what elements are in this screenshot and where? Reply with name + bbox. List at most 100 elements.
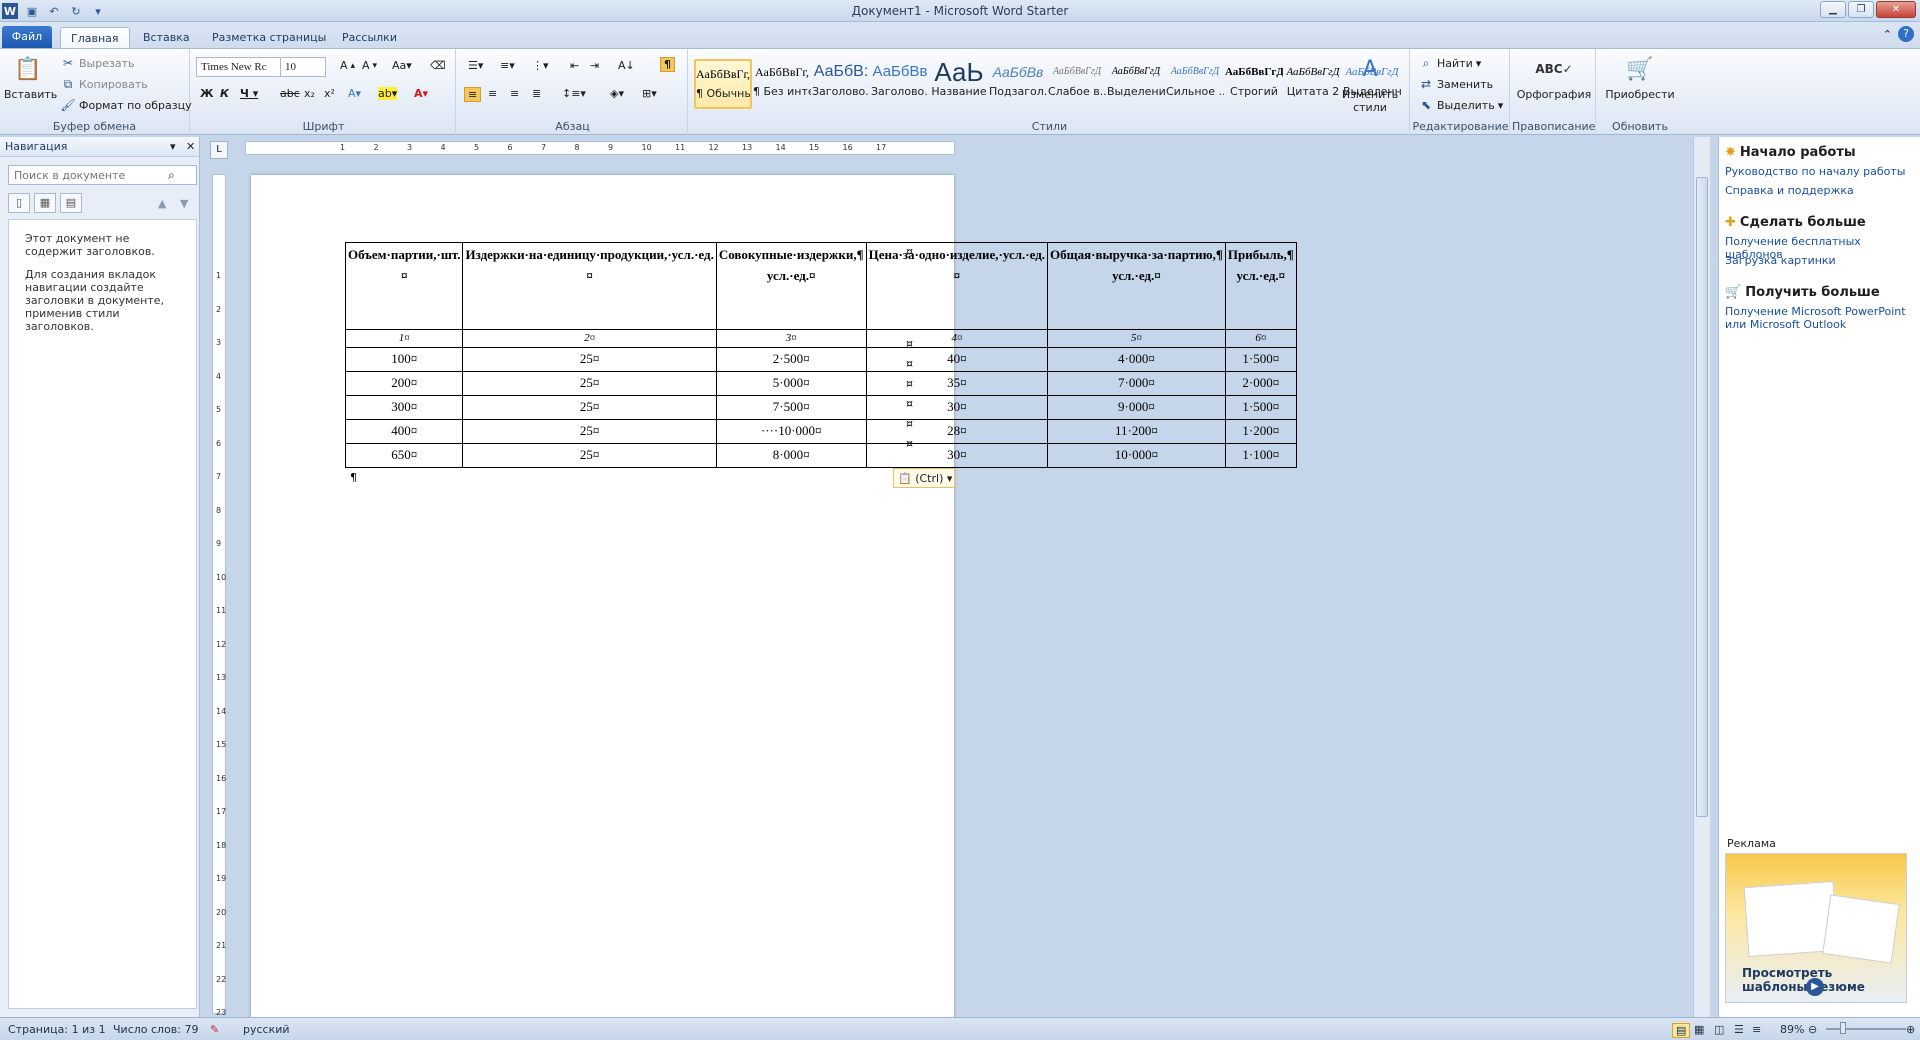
scrollbar-thumb[interactable] (1696, 177, 1708, 817)
table-cell[interactable]: 7·500¤ (715, 395, 867, 420)
table-cell[interactable]: 7·000¤ (1047, 371, 1226, 396)
font-size-select[interactable]: 10 (280, 57, 326, 77)
style-11[interactable]: АаБбВвГгД Цитата 2 (1284, 59, 1342, 109)
vertical-ruler[interactable]: 1 2 3 4 5 6 7 8 9 10 11 12 13 14 15 16 17 18 19 20 21 22 23 (212, 174, 226, 1017)
table-number-cell[interactable]: 3¤ (715, 329, 867, 348)
tab-home[interactable]: Главная (60, 27, 130, 48)
status-language[interactable]: русский (243, 1023, 290, 1036)
strikethrough-icon[interactable]: abc (280, 87, 300, 100)
table-cell[interactable]: 35¤ (865, 371, 1049, 396)
tab-mailings[interactable]: Рассылки (332, 27, 407, 48)
table-cell[interactable]: 30¤ (865, 395, 1049, 420)
zoom-level[interactable]: 89% (1780, 1023, 1804, 1036)
table-number-cell[interactable]: 6¤ (1224, 329, 1297, 348)
horizontal-ruler[interactable]: 1 2 3 4 5 6 7 8 9 10 11 12 13 14 15 16 17 (245, 141, 955, 155)
highlight-icon[interactable]: ab▾ (378, 87, 398, 100)
table-cell[interactable]: 11·200¤ (1047, 419, 1226, 444)
table-cell[interactable]: 25¤ (462, 443, 717, 468)
underline-icon[interactable]: Ч ▾ (240, 87, 258, 100)
table-cell[interactable]: 200¤ (344, 371, 464, 396)
table-number-cell[interactable]: 2¤ (462, 329, 717, 348)
style-8[interactable]: АаБбВвГгД Выделение (1107, 59, 1165, 109)
close-button[interactable]: ✕ (1876, 1, 1916, 18)
numbering-icon[interactable]: ≡▾ (500, 59, 515, 72)
change-case-icon[interactable]: Aa▾ (392, 59, 412, 72)
table-cell[interactable]: 1·100¤ (1224, 443, 1297, 468)
style-9[interactable]: АаБбВвГгД Сильное ... (1166, 59, 1224, 109)
table-header-cell[interactable]: Общая·выручка·за·партию,¶ усл.·ед.¤ (1047, 242, 1226, 330)
table-number-cell[interactable]: 1¤ (344, 329, 464, 348)
view-outline-icon[interactable]: ☰ (1734, 1023, 1744, 1036)
view-web-icon[interactable]: ◫ (1714, 1023, 1724, 1036)
view-print-layout-icon[interactable]: ▤ (1672, 1023, 1691, 1038)
ribbon-minimize-icon[interactable]: ⌃ (1883, 28, 1892, 41)
align-left-icon[interactable]: ≡ (464, 87, 482, 102)
table-number-cell[interactable]: 4¤ (865, 329, 1049, 348)
nav-tab-results[interactable]: ▤ (60, 193, 82, 213)
table-cell[interactable]: 400¤ (344, 419, 464, 444)
borders-icon[interactable]: ⊞▾ (642, 87, 657, 100)
status-page[interactable]: Страница: 1 из 1 (8, 1023, 106, 1036)
zoom-slider-thumb[interactable] (1840, 1022, 1846, 1034)
style-7[interactable]: АаБбВвГгД Слабое в... (1048, 59, 1106, 109)
shading-icon[interactable]: ◈▾ (610, 87, 624, 100)
link-getting-started[interactable]: Руководство по началу работы (1725, 165, 1913, 178)
tab-insert[interactable]: Вставка (133, 27, 200, 48)
cut-button[interactable]: ✂ Вырезать (60, 55, 135, 71)
zoom-in-icon[interactable]: ⊕ (1906, 1023, 1915, 1036)
style-5[interactable]: АаЬ Название (930, 59, 988, 109)
paste-button[interactable]: 📋 Вставить (4, 53, 57, 102)
table-header-cell[interactable]: Совокупные·издержки,¶ усл.·ед.¤ (715, 242, 867, 330)
buy-button[interactable]: 🛒 Приобрести (1602, 53, 1678, 102)
superscript-icon[interactable]: x² (324, 87, 335, 100)
proofing-status-icon[interactable]: ✎ (210, 1023, 219, 1036)
table-cell[interactable]: 2·500¤ (715, 347, 867, 372)
table-cell[interactable]: 100¤ (344, 347, 464, 372)
ad-play-icon[interactable]: ▶ (1806, 978, 1824, 996)
link-clipart[interactable]: Загрузка картинки (1725, 254, 1913, 267)
vertical-scrollbar[interactable] (1693, 137, 1710, 1017)
copy-button[interactable]: ⧉ Копировать (60, 76, 148, 92)
nav-prev-icon[interactable]: ▲ (158, 197, 166, 210)
clear-format-icon[interactable]: ⌫ (430, 59, 446, 72)
decrease-indent-icon[interactable]: ⇤ (570, 59, 579, 72)
table-cell[interactable]: 300¤ (344, 395, 464, 420)
table-cell[interactable]: 30¤ (865, 443, 1049, 468)
increase-indent-icon[interactable]: ⇥ (590, 59, 599, 72)
table-cell[interactable]: 25¤ (462, 395, 717, 420)
view-fullscreen-icon[interactable]: ▦ (1694, 1023, 1704, 1036)
font-color-icon[interactable]: A▾ (414, 87, 428, 100)
text-effects-icon[interactable]: A▾ (348, 87, 361, 100)
table-cell[interactable]: 25¤ (462, 347, 717, 372)
bullets-icon[interactable]: ☰▾ (468, 59, 483, 72)
table-cell[interactable]: 4·000¤ (1047, 347, 1226, 372)
sort-icon[interactable]: A↓ (618, 59, 635, 72)
table-header-cell[interactable]: Цена·за·одно·изделие,·усл.·ед.¤ (865, 242, 1049, 330)
paste-options-button[interactable]: 📋 (Ctrl) ▾ (893, 468, 955, 488)
style-4[interactable]: АаБбВв Заголово... (871, 59, 929, 109)
style-6[interactable]: АаБбВв Подзагол... (989, 59, 1047, 109)
zoom-slider[interactable] (1826, 1028, 1906, 1030)
change-styles-button[interactable]: A Изменить стили (1338, 53, 1402, 115)
spelling-button[interactable]: ABC✓ Орфография (1516, 53, 1592, 101)
nav-tab-headings[interactable]: ▯ (8, 193, 30, 213)
table-cell[interactable]: ····10·000¤ (715, 419, 867, 444)
nav-close-icon[interactable]: ✕ (186, 140, 195, 153)
tab-page-layout[interactable]: Разметка страницы (202, 27, 336, 48)
status-word-count[interactable]: Число слов: 79 (113, 1023, 199, 1036)
table-cell[interactable]: 5·000¤ (715, 371, 867, 396)
table-header-cell[interactable]: Издержки·на·единицу·продукции,·усл.·ед.¤ (462, 242, 717, 330)
tab-selector-button[interactable]: L (210, 141, 228, 159)
select-button[interactable]: ⬉ Выделить ▾ (1418, 97, 1503, 113)
zoom-out-icon[interactable]: ⊖ (1808, 1023, 1817, 1036)
find-button[interactable]: ⌕ Найти ▾ (1418, 55, 1482, 71)
italic-icon[interactable]: К (220, 87, 229, 100)
document-table[interactable]: Объем·партии,·шт.¤ Издержки·на·единицу·пр… (344, 242, 1297, 468)
table-cell[interactable]: 10·000¤ (1047, 443, 1226, 468)
link-help-support[interactable]: Справка и поддержка (1725, 184, 1913, 197)
table-header-cell[interactable]: Прибыль,¶ усл.·ед.¤ (1224, 242, 1297, 330)
table-cell[interactable]: 1·500¤ (1224, 395, 1297, 420)
align-center-icon[interactable]: ≡ (488, 87, 497, 100)
style-1[interactable]: АаБбВвГг, ¶ Обычный (694, 59, 752, 109)
align-right-icon[interactable]: ≡ (510, 87, 519, 100)
